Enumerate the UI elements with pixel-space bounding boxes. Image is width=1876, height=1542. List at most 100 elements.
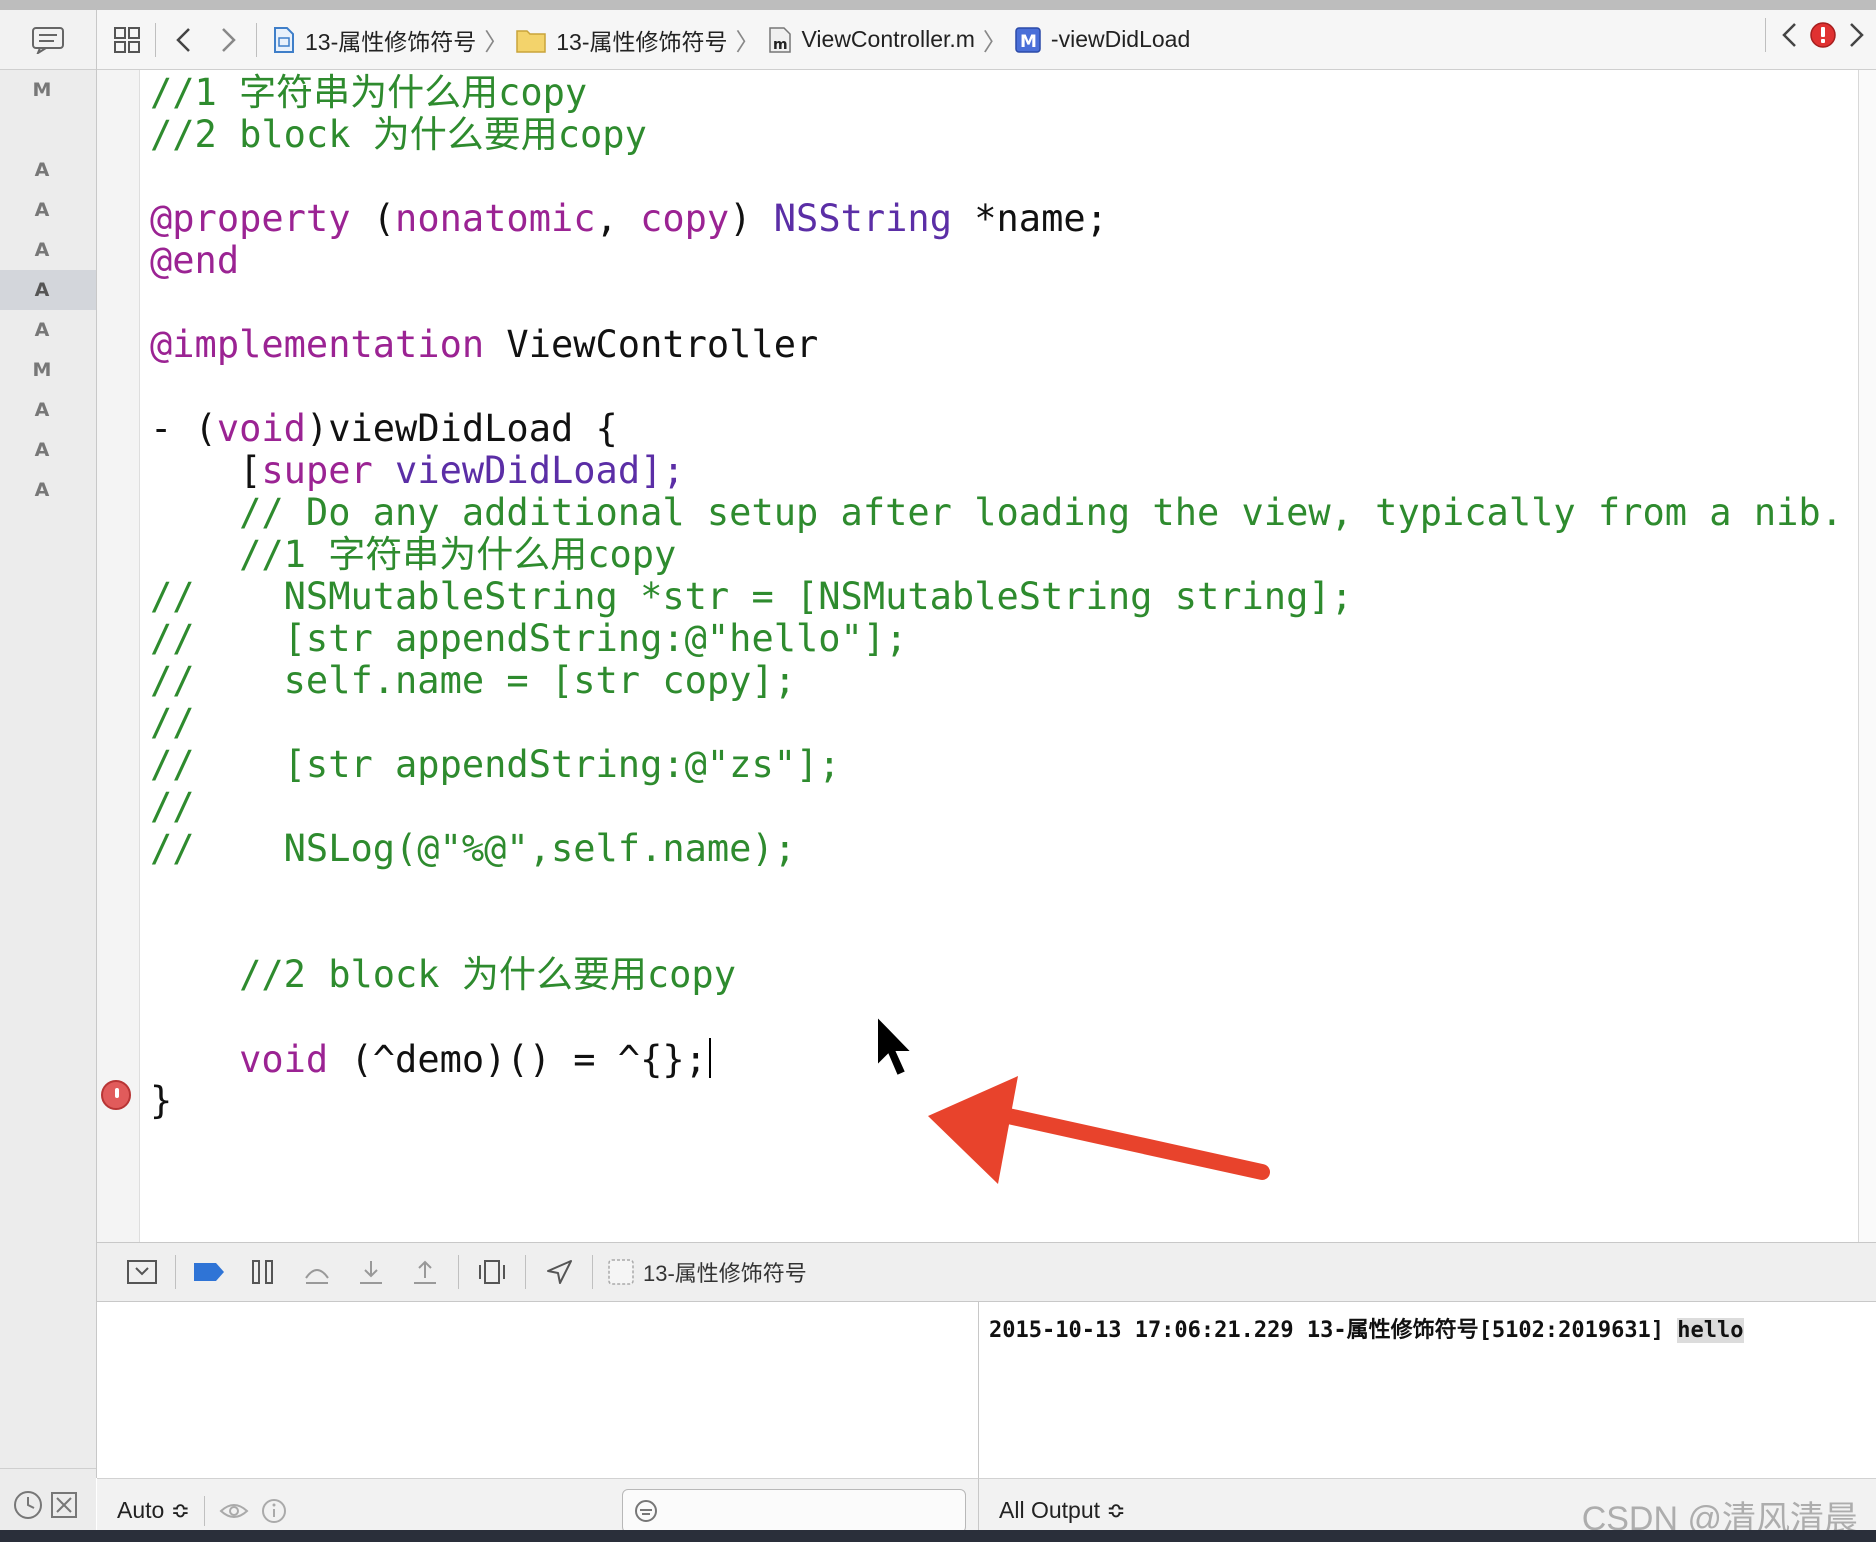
error-badge-icon[interactable] — [1808, 20, 1838, 50]
breadcrumb-chevron-icon: 〉 — [735, 29, 760, 56]
status-row-selected[interactable]: A — [0, 270, 96, 310]
status-letter: A — [34, 439, 50, 461]
status-letter: A — [34, 239, 50, 261]
step-over-button[interactable] — [290, 1250, 344, 1294]
source-editor[interactable]: //1 字符串为什么用copy //2 block 为什么要用copy @pro… — [140, 70, 1858, 1242]
editor-scroll-edge[interactable] — [1858, 70, 1876, 1242]
code-line[interactable]: @end — [150, 240, 239, 282]
status-row[interactable]: A — [0, 430, 96, 470]
grid-icon — [114, 26, 140, 53]
quick-look-eye-icon[interactable] — [219, 1500, 249, 1522]
related-items-button[interactable] — [105, 18, 149, 62]
line-gutter[interactable] — [97, 70, 140, 1242]
status-row[interactable]: A — [0, 230, 96, 270]
sidebar-header — [0, 10, 96, 70]
breadcrumb-chevron-icon: 〉 — [484, 29, 509, 56]
location-arrow-icon — [547, 1260, 572, 1284]
code-line[interactable]: - (void)viewDidLoad { — [150, 408, 618, 450]
code-line[interactable]: // NSLog(@"%@",self.name); — [150, 828, 796, 870]
step-out-button[interactable] — [398, 1250, 452, 1294]
breadcrumb-group[interactable]: 13-属性修饰符号 — [516, 10, 728, 70]
code-line[interactable]: //2 block 为什么要用copy — [150, 114, 647, 156]
code-line[interactable]: // self.name = [str copy]; — [150, 660, 796, 702]
comment-text: // NSLog(@"%@",self.name); — [150, 827, 797, 870]
simulate-location-button[interactable] — [532, 1250, 586, 1294]
recent-files-clock-icon[interactable] — [12, 1489, 44, 1521]
go-back-button[interactable] — [162, 18, 206, 62]
breadcrumb-chevron-icon: 〉 — [982, 29, 1007, 56]
status-letter: A — [34, 159, 50, 181]
code-line[interactable]: // NSMutableString *str = [NSMutableStri… — [150, 576, 1353, 618]
code-line[interactable]: [super viewDidLoad]; — [150, 450, 685, 492]
code-line[interactable]: // — [150, 702, 195, 744]
log-prefix: 2015-10-13 17:06:21.229 13-属性修饰符号[5102:2… — [989, 1318, 1678, 1343]
status-letter: A — [34, 199, 50, 221]
debug-target[interactable]: 13-属性修饰符号 — [607, 1256, 807, 1288]
file-status-list: M A A A A A M A A A — [0, 70, 96, 510]
filter-unsaved-icon[interactable] — [48, 1489, 80, 1521]
hide-debug-area-button[interactable] — [115, 1250, 169, 1294]
chevron-left-icon — [176, 27, 190, 52]
code-text: , — [595, 197, 641, 240]
status-row — [0, 110, 96, 150]
breadcrumb-method[interactable]: M -viewDidLoad — [1015, 10, 1190, 70]
breadcrumb-file[interactable]: m ViewController.m — [768, 10, 975, 70]
toolbar-separator — [1765, 18, 1766, 52]
status-letter: A — [34, 279, 50, 301]
toolbar-separator — [458, 1255, 459, 1289]
status-row[interactable]: A — [0, 470, 96, 510]
breadcrumb-label: -viewDidLoad — [1050, 26, 1191, 52]
toolbar-separator — [592, 1255, 593, 1289]
view-hierarchy-button[interactable] — [465, 1250, 519, 1294]
hide-panel-icon — [127, 1260, 157, 1284]
debug-toolbar: 13-属性修饰符号 — [97, 1242, 1876, 1302]
code-line[interactable]: // Do any additional setup after loading… — [150, 492, 1843, 534]
status-row[interactable]: A — [0, 310, 96, 350]
toolbar-separator — [525, 1255, 526, 1289]
step-into-button[interactable] — [344, 1250, 398, 1294]
keyword: @end — [150, 239, 240, 282]
toolbar-separator — [155, 22, 156, 57]
error-marker-icon[interactable] — [101, 1080, 131, 1110]
code-line[interactable]: //1 字符串为什么用copy — [150, 72, 587, 114]
svg-text:M: M — [1020, 32, 1037, 52]
info-icon[interactable] — [261, 1498, 287, 1524]
status-row[interactable]: A — [0, 190, 96, 230]
status-row[interactable]: M — [0, 350, 96, 390]
step-over-icon — [305, 1269, 329, 1284]
comment-text: // [str appendString:@"zs"]; — [150, 743, 841, 786]
status-row[interactable]: A — [0, 390, 96, 430]
step-out-icon — [414, 1260, 436, 1284]
console-output[interactable]: 2015-10-13 17:06:21.229 13-属性修饰符号[5102:2… — [979, 1302, 1876, 1478]
code-line[interactable]: @property (nonatomic, copy) NSString *na… — [150, 198, 1108, 240]
go-forward-button[interactable] — [206, 18, 250, 62]
code-text: (^demo)() = ^{}; — [328, 1038, 707, 1081]
code-text: - ( — [150, 407, 217, 450]
next-issue-chevron-icon[interactable] — [1846, 21, 1866, 49]
svg-text:m: m — [773, 37, 788, 53]
code-line-active[interactable]: void (^demo)() = ^{}; — [150, 1038, 711, 1081]
breakpoints-toggle-button[interactable] — [182, 1250, 236, 1294]
code-line[interactable]: } — [150, 1080, 172, 1122]
code-line[interactable]: //1 字符串为什么用copy — [150, 534, 676, 576]
code-line[interactable]: // [str appendString:@"hello"]; — [150, 618, 907, 660]
comment-icon[interactable] — [30, 26, 66, 54]
pause-button[interactable] — [236, 1250, 290, 1294]
status-row[interactable]: A — [0, 150, 96, 190]
code-line[interactable]: //2 block 为什么要用copy — [150, 954, 736, 996]
breadcrumb-label: 13-属性修饰符号 — [305, 28, 477, 55]
variables-scope-select[interactable]: Auto ≎ — [117, 1497, 190, 1524]
code-text: )viewDidLoad { — [305, 407, 618, 450]
variables-view[interactable] — [97, 1302, 979, 1478]
code-line[interactable]: @implementation ViewController — [150, 324, 818, 366]
variables-filter-input[interactable] — [622, 1489, 966, 1533]
code-line[interactable]: // [str appendString:@"zs"]; — [150, 744, 841, 786]
comment-text: //1 字符串为什么用copy — [150, 533, 677, 576]
code-line[interactable]: // — [150, 786, 195, 828]
output-filter-select[interactable]: All Output ≎ — [999, 1497, 1126, 1524]
previous-issue-chevron-icon[interactable] — [1780, 21, 1800, 49]
comment-text: // — [150, 701, 195, 744]
breadcrumb-project[interactable]: 13-属性修饰符号 — [273, 10, 476, 70]
comment-text: //1 字符串为什么用copy — [150, 71, 588, 114]
status-row[interactable]: M — [0, 70, 96, 110]
